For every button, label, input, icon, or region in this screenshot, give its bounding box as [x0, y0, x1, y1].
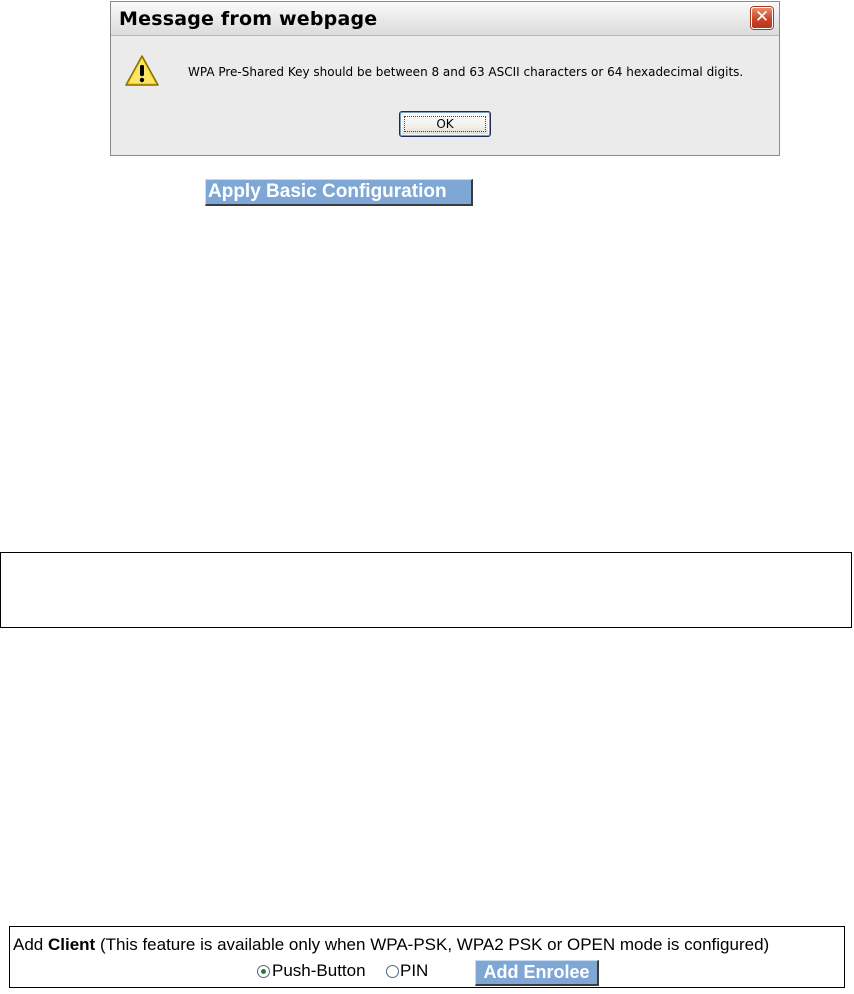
add-client-description: Add Client (This feature is available on…	[13, 935, 769, 955]
push-button-label: Push-Button	[272, 961, 366, 980]
pin-radio[interactable]	[386, 965, 399, 978]
warning-icon	[125, 55, 159, 86]
empty-panel	[0, 552, 852, 628]
message-dialog: Message from webpage ✕ WPA Pre-Shared Ke…	[110, 1, 780, 156]
pin-label: PIN	[400, 961, 429, 980]
close-icon[interactable]: ✕	[751, 7, 773, 29]
add-client-panel: Add Client (This feature is available on…	[9, 926, 845, 988]
add-enrolee-button[interactable]: Add Enrolee	[475, 960, 599, 986]
dialog-titlebar[interactable]: Message from webpage ✕	[111, 2, 779, 36]
dialog-message: WPA Pre-Shared Key should be between 8 a…	[188, 65, 744, 79]
focus-ring	[404, 116, 486, 132]
dialog-title: Message from webpage	[119, 8, 378, 30]
client-note: (This feature is available only when WPA…	[95, 935, 770, 954]
ok-button[interactable]: OK	[399, 111, 491, 137]
add-prefix: Add	[13, 935, 48, 954]
push-button-radio[interactable]	[257, 965, 270, 978]
apply-basic-configuration-button[interactable]: Apply Basic Configuration	[205, 179, 473, 206]
client-word: Client	[47, 935, 96, 954]
dialog-body: WPA Pre-Shared Key should be between 8 a…	[111, 36, 779, 155]
